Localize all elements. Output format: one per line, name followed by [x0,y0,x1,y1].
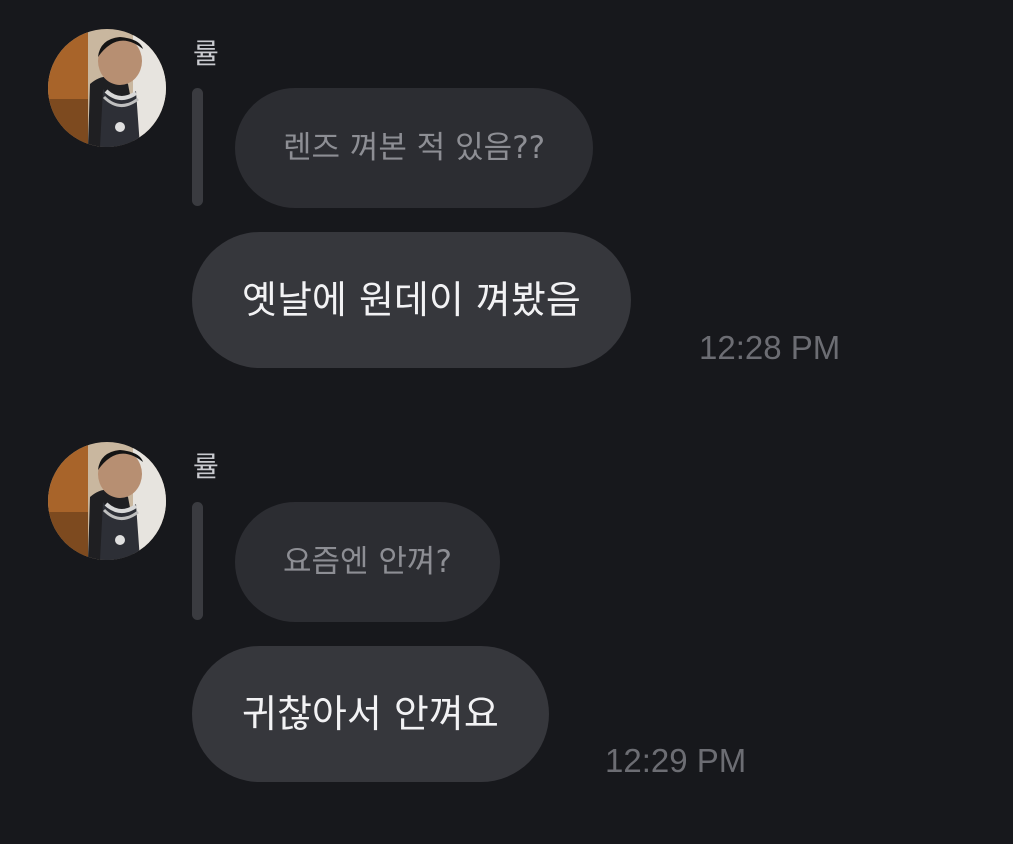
sender-name: 률 [193,450,219,483]
message-bubble[interactable]: 옛날에 원데이 껴봤음 [192,232,631,368]
reply-quote[interactable]: 렌즈 껴본 적 있음?? [235,88,594,208]
avatar[interactable] [48,442,166,560]
message-timestamp: 12:29 PM [605,742,747,779]
profile-photo-icon [48,442,166,560]
reply-indicator-bar [192,88,203,206]
sender-name: 률 [193,37,219,70]
avatar[interactable] [48,29,166,147]
message-bubble[interactable]: 귀찮아서 안껴요 [192,646,549,782]
reply-indicator-bar [192,502,203,620]
reply-quote[interactable]: 요즘엔 안껴? [235,502,500,622]
profile-photo-icon [48,29,166,147]
message-timestamp: 12:28 PM [699,329,841,366]
